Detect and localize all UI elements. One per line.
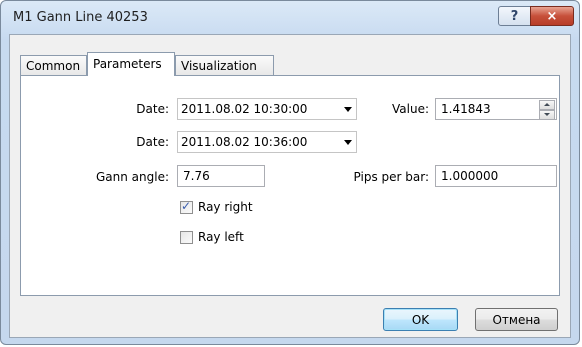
cancel-button[interactable]: Отмена <box>475 308 558 331</box>
close-button[interactable]: × <box>530 6 574 26</box>
gann-angle-input[interactable]: 7.76 <box>177 165 265 187</box>
date2-select[interactable]: 2011.08.02 10:36:00 <box>177 131 357 153</box>
window-title: M1 Gann Line 40253 <box>13 10 148 25</box>
value-input[interactable]: 1.41843 <box>441 102 491 116</box>
close-icon: × <box>546 8 558 24</box>
pips-per-bar-value: 1.000000 <box>441 169 499 183</box>
pips-per-bar-input[interactable]: 1.000000 <box>435 165 557 187</box>
tab-common[interactable]: Common <box>20 55 87 75</box>
title-bar[interactable]: M1 Gann Line 40253 ? × <box>1 1 579 35</box>
help-button[interactable]: ? <box>498 6 531 26</box>
date2-label: Date: <box>136 135 169 149</box>
ray-right-checkbox[interactable]: ✓ <box>180 199 193 214</box>
pips-per-bar-label: Pips per bar: <box>353 170 429 184</box>
date1-value: 2011.08.02 10:30:00 <box>181 102 308 116</box>
spin-down-icon[interactable] <box>539 110 555 120</box>
ray-left-label[interactable]: Ray left <box>198 230 244 244</box>
value-label: Value: <box>392 102 429 116</box>
question-mark-icon: ? <box>510 8 519 24</box>
date1-label: Date: <box>136 102 169 116</box>
ray-right-label[interactable]: Ray right <box>198 200 253 214</box>
gann-angle-value: 7.76 <box>183 169 210 183</box>
chevron-down-icon <box>344 140 352 145</box>
dialog-client-area: Common Parameters Visualization Date: 20… <box>9 34 571 338</box>
checkmark-icon: ✓ <box>181 199 192 213</box>
tab-parameters[interactable]: Parameters <box>87 52 175 76</box>
tab-visualization[interactable]: Visualization <box>175 55 274 75</box>
ok-button[interactable]: OK <box>383 308 458 331</box>
date2-value: 2011.08.02 10:36:00 <box>181 135 308 149</box>
parameters-panel: Date: 2011.08.02 10:30:00 Value: 1.41843… <box>20 75 560 296</box>
date1-select[interactable]: 2011.08.02 10:30:00 <box>177 98 357 120</box>
value-spin-field[interactable]: 1.41843 <box>435 98 557 120</box>
ray-left-checkbox[interactable] <box>180 231 193 244</box>
gann-angle-label: Gann angle: <box>95 170 169 184</box>
value-spinner[interactable] <box>539 100 555 120</box>
chevron-down-icon <box>344 107 352 112</box>
spin-up-icon[interactable] <box>539 100 555 110</box>
dialog-window: M1 Gann Line 40253 ? × Common Parameters… <box>0 0 580 345</box>
